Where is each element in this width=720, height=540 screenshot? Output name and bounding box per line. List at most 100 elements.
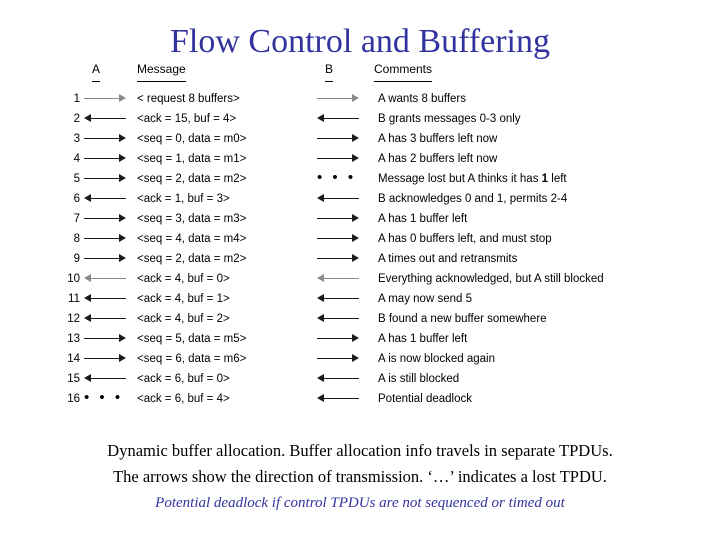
row-number: 13 (67, 333, 80, 345)
arrow-cell-a (84, 352, 130, 366)
arrow-cell-b (317, 272, 363, 286)
table-row: 16 • • • <ack = 6, buf = 4> Potential deadl… (0, 389, 720, 412)
arrow-left-icon-b (317, 393, 359, 405)
table-row: 7 <seq = 3, data = m3> A has 1 buffer left (0, 212, 720, 232)
arrow-right-icon-a (84, 153, 126, 165)
arrow-right-icon-b (317, 333, 359, 345)
arrow-left-icon-b (317, 193, 359, 205)
message-text: <ack = 4, buf = 0> (137, 273, 230, 285)
arrow-right-icon-a (84, 253, 126, 265)
column-header-comments: Comments (374, 62, 433, 82)
table-row: 8 <seq = 4, data = m4> A has 0 buffers lef… (0, 232, 720, 252)
row-number: 15 (67, 373, 80, 385)
column-header-a-label: A (92, 62, 101, 82)
arrow-right-icon-a (84, 93, 126, 105)
column-header-b: B (325, 62, 334, 82)
row-number: 6 (73, 193, 80, 205)
arrow-cell-b (317, 232, 363, 246)
arrow-right-icon-a (84, 173, 126, 185)
arrow-left-icon-a (84, 273, 126, 285)
arrow-left-icon-a (84, 373, 126, 385)
arrow-left-icon-b (317, 273, 359, 285)
column-header-b-label: B (325, 62, 334, 82)
comment-text: A may now send 5 (378, 293, 472, 305)
arrow-cell-a (84, 252, 130, 266)
table-row: 13 <seq = 5, data = m5> A has 1 buffer lef… (0, 332, 720, 352)
arrow-right-icon-a (84, 333, 126, 345)
arrow-cell-a (84, 92, 130, 106)
column-header-a: A (92, 62, 101, 82)
table-row: 2 <ack = 15, buf = 4> B grants messages 0-… (0, 112, 720, 132)
arrow-cell-b (317, 332, 363, 346)
arrow-left-icon-a (84, 113, 126, 125)
row-number: 16 (67, 393, 80, 405)
arrow-right-icon-b (317, 353, 359, 365)
arrow-right-icon-a (84, 213, 126, 225)
table-body: 1 < request 8 buffers> A wants 8 buffers 2 <… (0, 92, 720, 412)
arrow-left-icon-a (84, 293, 126, 305)
row-number: 11 (68, 293, 80, 305)
table-row: 1 < request 8 buffers> A wants 8 buffers (0, 92, 720, 112)
arrow-cell-a (84, 312, 130, 326)
arrow-cell-b: • • • (317, 170, 363, 186)
arrow-cell-a (84, 112, 130, 126)
arrow-cell-b (317, 292, 363, 306)
arrow-right-icon-a (84, 233, 126, 245)
comment-emphasis: 1 (541, 173, 549, 185)
arrow-left-icon-b (317, 313, 359, 325)
message-text: <ack = 6, buf = 4> (137, 393, 230, 405)
table-row: 12 <ack = 4, buf = 2> B found a new buffer… (0, 312, 720, 332)
arrow-right-icon-b (317, 153, 359, 165)
arrow-left-icon-b (317, 293, 359, 305)
arrow-cell-a (84, 272, 130, 286)
row-number: 14 (67, 353, 80, 365)
table-row: 6 <ack = 1, buf = 3> B acknowledges 0 and … (0, 192, 720, 212)
arrow-cell-b (317, 192, 363, 206)
row-number: 7 (73, 213, 80, 225)
arrow-cell-b (317, 312, 363, 326)
arrow-cell-a (84, 372, 130, 386)
row-number: 12 (67, 313, 80, 325)
footer-line-1: Dynamic buffer allocation. Buffer alloca… (107, 441, 613, 460)
lost-tpdu-dots-a: • • • (84, 389, 124, 406)
comment-text: A has 1 buffer left (378, 213, 468, 225)
footer-line-2: The arrows show the direction of transmi… (113, 467, 607, 486)
message-text: <seq = 2, data = m2> (137, 253, 247, 265)
comment-text: Message lost but A thinks it has 1 left (378, 173, 567, 185)
comment-text: A has 1 buffer left (378, 333, 468, 345)
arrow-cell-a (84, 152, 130, 166)
arrow-cell-b (317, 392, 363, 406)
message-text: <seq = 6, data = m6> (137, 353, 247, 365)
arrow-left-icon-a (84, 193, 126, 205)
row-number: 3 (73, 133, 80, 145)
message-text: <seq = 2, data = m2> (137, 173, 247, 185)
arrow-right-icon-b (317, 93, 359, 105)
table-row: 3 <seq = 0, data = m0> A has 3 buffers lef… (0, 132, 720, 152)
row-number: 2 (73, 113, 80, 125)
comment-text: A has 2 buffers left now (378, 153, 498, 165)
comment-text: A has 0 buffers left, and must stop (378, 233, 552, 245)
protocol-trace-table: A Message B Comments 1 < request 8 buffer… (0, 62, 720, 412)
arrow-right-icon-b (317, 133, 359, 145)
row-number: 8 (73, 233, 80, 245)
column-header-message: Message (137, 62, 186, 82)
arrow-cell-b (317, 252, 363, 266)
message-text: <seq = 5, data = m5> (137, 333, 247, 345)
arrow-left-icon-b (317, 373, 359, 385)
arrow-right-icon-a (84, 353, 126, 365)
footer-caption: Dynamic buffer allocation. Buffer alloca… (0, 438, 720, 516)
table-row: 14 <seq = 6, data = m6> A is now blocked a… (0, 352, 720, 372)
footer-line-3: Potential deadlock if control TPDUs are … (155, 495, 565, 511)
table-row: 10 <ack = 4, buf = 0> Everything acknowled… (0, 272, 720, 292)
table-header-row: A Message B Comments (0, 62, 720, 92)
row-number: 4 (73, 153, 80, 165)
arrow-cell-b (317, 152, 363, 166)
message-text: <seq = 1, data = m1> (137, 153, 247, 165)
arrow-cell-b (317, 372, 363, 386)
message-text: <seq = 0, data = m0> (137, 133, 247, 145)
arrow-cell-b (317, 212, 363, 226)
table-row: 11 <ack = 4, buf = 1> A may now send 5 (0, 292, 720, 312)
message-text: < request 8 buffers> (137, 93, 240, 105)
comment-text: A is still blocked (378, 373, 460, 385)
message-text: <seq = 3, data = m3> (137, 213, 247, 225)
